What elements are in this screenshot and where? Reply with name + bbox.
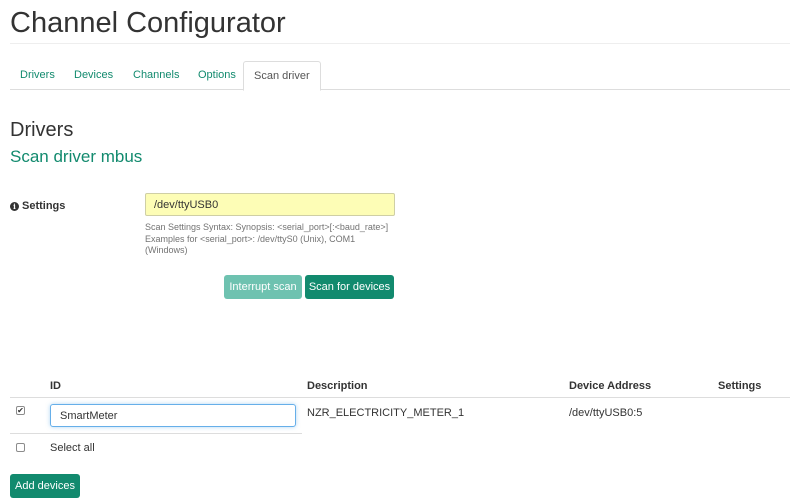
add-devices-button[interactable]: Add devices: [10, 474, 80, 498]
tab-scan-driver[interactable]: Scan driver: [243, 61, 321, 91]
column-header-id: ID: [50, 380, 61, 392]
tab-bar: Drivers Devices Channels Options Scan dr…: [10, 61, 790, 91]
settings-help-text: Scan Settings Syntax: Synopsis: <serial_…: [145, 222, 400, 257]
help-line: Scan Settings Syntax: Synopsis: <serial_…: [145, 222, 389, 232]
tab-channels[interactable]: Channels: [123, 61, 189, 90]
tab-devices[interactable]: Devices: [64, 61, 123, 90]
info-circle-icon[interactable]: i: [10, 201, 19, 211]
tab-options[interactable]: Options: [188, 61, 246, 90]
title-divider: [10, 43, 790, 44]
device-address: /dev/ttyUSB0:5: [569, 407, 643, 419]
tab-drivers[interactable]: Drivers: [10, 61, 65, 90]
device-description: NZR_ELECTRICITY_METER_1: [307, 407, 465, 419]
help-line: Examples for <serial_port>: /dev/ttyS0 (…: [145, 233, 356, 244]
help-line: (Windows): [145, 245, 188, 255]
column-header-device-address: Device Address: [569, 380, 652, 392]
select-all-label[interactable]: Select all: [50, 441, 95, 455]
checkbox-unchecked-icon[interactable]: [16, 443, 25, 452]
scan-settings-input[interactable]: [145, 193, 395, 216]
settings-label-group: i Settings: [10, 199, 65, 213]
section-title: Drivers: [10, 119, 74, 141]
settings-label: Settings: [22, 200, 66, 212]
checkbox-checked-icon[interactable]: ✔: [16, 406, 25, 415]
scan-for-devices-button[interactable]: Scan for devices: [305, 275, 394, 299]
column-header-settings: Settings: [718, 380, 762, 392]
device-id-input[interactable]: [50, 404, 296, 427]
table-row-divider: [10, 433, 302, 434]
column-header-description: Description: [307, 380, 368, 392]
section-subtitle: Scan driver mbus: [10, 147, 143, 166]
interrupt-scan-button[interactable]: Interrupt scan: [224, 275, 302, 299]
page-title: Channel Configurator: [10, 7, 286, 39]
table-header-divider: [10, 397, 790, 398]
